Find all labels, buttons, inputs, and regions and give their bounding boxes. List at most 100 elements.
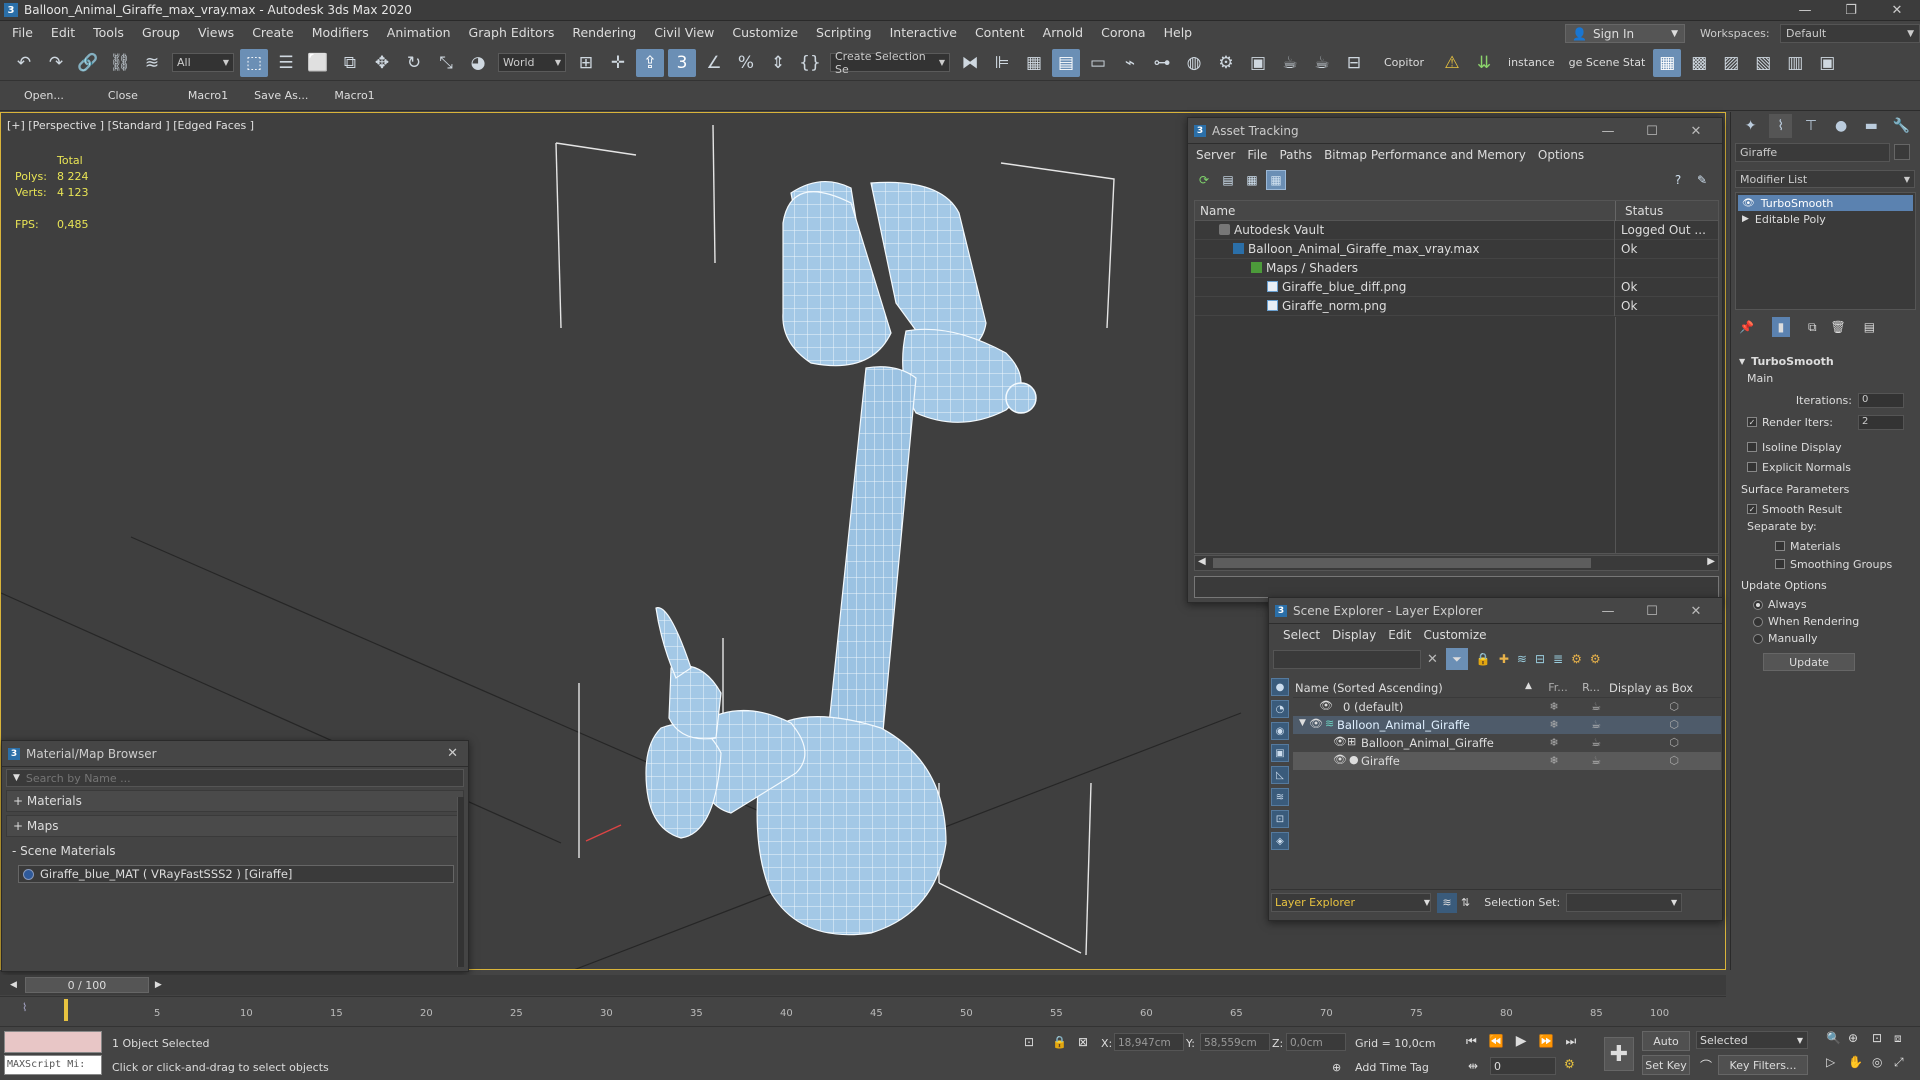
motion-tab-icon[interactable]: ● [1830,114,1853,138]
angle-snap-icon[interactable]: ∠ [700,49,728,77]
separate-smoothing-checkbox[interactable] [1775,559,1785,569]
sync-icon[interactable]: ⚙ [1590,652,1601,666]
table-row[interactable]: Balloon_Animal_Giraffe_max_vray.max Ok [1195,240,1718,259]
macro1-command-2[interactable]: Macro1 [334,89,374,102]
chevron-down-icon[interactable]: ▼ [13,773,20,783]
lock-icon[interactable]: 🔒 [1476,652,1491,666]
horizontal-scrollbar[interactable]: ◀ ▶ [1194,555,1719,571]
modifier-list-select[interactable]: Modifier List ▼ [1735,170,1915,188]
freeze-icon[interactable]: ❄ [1539,716,1569,734]
refresh-icon[interactable]: ⟳ [1194,170,1214,190]
menu-customize[interactable]: Customize [723,21,807,45]
chevron-right-icon[interactable]: ▶ [1707,556,1715,567]
align-icon[interactable]: ⊫ [988,49,1016,77]
object-name-field[interactable]: Giraffe [1735,142,1890,162]
select-manipulate-icon[interactable]: ✛ [604,49,632,77]
render-icon[interactable]: ☕ [1583,716,1609,734]
menu-corona[interactable]: Corona [1092,21,1154,45]
col-name[interactable]: Name [1200,204,1235,218]
workspace-icon-1[interactable]: ▦ [1653,48,1682,77]
stack-item-turbosmooth[interactable]: 👁 TurboSmooth [1738,195,1913,211]
track-area[interactable]: 5 10 15 20 25 30 35 40 45 50 55 60 65 70… [64,999,1669,1021]
menu-interactive[interactable]: Interactive [881,21,966,45]
create-layer-icon[interactable]: ✚ [1499,652,1509,666]
select-by-name-icon[interactable]: ☰ [272,49,300,77]
freeze-icon[interactable]: ❄ [1539,698,1569,716]
col-renderable[interactable]: R... [1577,678,1605,698]
explicit-normals-checkbox[interactable] [1747,462,1757,472]
display-lights-icon[interactable]: ◉ [1271,722,1289,740]
menu-graph-editors[interactable]: Graph Editors [460,21,564,45]
display-geometry-icon[interactable]: ● [1271,678,1289,696]
snaps-toggle-icon[interactable]: 3 [668,48,696,77]
highlight-icon[interactable]: ⚙ [1571,652,1582,666]
utilities-tab-icon[interactable]: 🔧 [1890,114,1913,138]
minimize-button[interactable]: — [1586,124,1630,139]
clear-search-icon[interactable]: ✕ [1427,652,1438,667]
category-maps[interactable]: + Maps [6,815,464,837]
table-view-icon[interactable]: ▦ [1266,170,1286,190]
layers-toggle-icon[interactable]: ≋ [1437,892,1457,913]
menu-edit[interactable]: Edit [1388,628,1411,642]
box-icon[interactable]: ⬡ [1663,698,1685,716]
box-icon[interactable]: ⬡ [1663,716,1685,734]
rendered-frame-window-icon[interactable]: ▣ [1244,49,1272,77]
col-name-sorted[interactable]: Name (Sorted Ascending) [1295,678,1443,696]
display-tab-icon[interactable]: ▬ [1860,114,1883,138]
display-helpers-icon[interactable]: ◺ [1271,766,1289,784]
chevron-right-icon[interactable]: ▶ [155,980,162,990]
time-tag-icon[interactable]: ⊕ [1332,1061,1341,1074]
iterations-spinner[interactable]: 0 [1858,392,1904,408]
open-command[interactable]: Open... [24,89,64,102]
menu-file[interactable]: File [1247,148,1267,162]
pan-icon[interactable]: ✋ [1848,1055,1863,1069]
pivot-center-icon[interactable]: ⊞ [572,49,600,77]
workspace-icon-2[interactable]: ▩ [1685,49,1713,77]
warning-icon[interactable]: ⚠ [1438,49,1466,77]
workspace-icon-4[interactable]: ▧ [1749,49,1777,77]
col-display-as-box[interactable]: Display as Box [1609,678,1693,698]
toggle-ribbon-icon[interactable]: ▭ [1084,49,1112,77]
scene-explorer-titlebar[interactable]: 3 Scene Explorer - Layer Explorer — ☐ ✕ [1269,598,1722,624]
undo-icon[interactable]: ↶ [10,49,38,77]
category-scene-materials[interactable]: - Scene Materials [6,840,464,862]
menu-help[interactable]: Help [1155,21,1202,45]
col-status[interactable]: Status [1625,204,1663,218]
auto-key-button[interactable]: Auto Key [1642,1031,1690,1067]
menu-civil-view[interactable]: Civil View [645,21,723,45]
zoom-extents-all-icon[interactable]: ⧈ [1894,1031,1902,1046]
always-radio[interactable] [1753,599,1763,610]
close-command[interactable]: Close [108,89,138,102]
material-browser-titlebar[interactable]: 3 Material/Map Browser ✕ [2,741,468,767]
thumbnail-view-icon[interactable]: ▦ [1242,170,1262,190]
col-frozen[interactable]: Fr... [1539,678,1577,698]
sort-icon[interactable]: ⇅ [1461,896,1470,909]
reference-coord-select[interactable]: World ▼ [498,53,566,72]
render-icon[interactable]: ☕ [1583,698,1609,716]
window-crossing-icon[interactable]: ⧉ [336,49,364,77]
show-end-result-icon[interactable]: ▮ [1771,317,1790,337]
orbit-icon[interactable]: ◎ [1872,1055,1882,1069]
workspace-icon-3[interactable]: ▨ [1717,49,1745,77]
menu-display[interactable]: Display [1332,628,1376,642]
menu-modifiers[interactable]: Modifiers [303,21,378,45]
isoline-checkbox[interactable] [1747,442,1757,452]
key-filters-button[interactable]: Key Filters... [1718,1055,1808,1075]
add-time-tag[interactable]: Add Time Tag [1355,1061,1429,1074]
render-setup-icon[interactable]: ⚙ [1212,49,1240,77]
layer-row-default[interactable]: 👁 0 (default) ❄ ☕ ⬡ [1293,698,1721,716]
eye-icon[interactable]: 👁 [1319,699,1333,712]
field-of-view-icon[interactable]: ▷ [1826,1055,1835,1069]
table-row[interactable]: Giraffe_blue_diff.png Ok [1195,278,1718,297]
time-config-icon[interactable]: ⚙ [1564,1057,1575,1071]
display-spacewarps-icon[interactable]: ≋ [1271,788,1289,806]
percent-snap-icon[interactable]: % [732,49,760,77]
scrollbar-thumb[interactable] [1213,558,1591,568]
menu-group[interactable]: Group [133,21,189,45]
maximize-button[interactable]: ☐ [1630,124,1674,139]
make-unique-icon[interactable]: ⧉ [1808,320,1817,335]
filter-icon[interactable]: ⏷ [1445,648,1468,670]
rotate-icon[interactable]: ↻ [400,49,428,77]
play-icon[interactable]: ▶ [1516,1033,1527,1049]
set-key-big-icon[interactable]: ✚ [1604,1037,1634,1071]
